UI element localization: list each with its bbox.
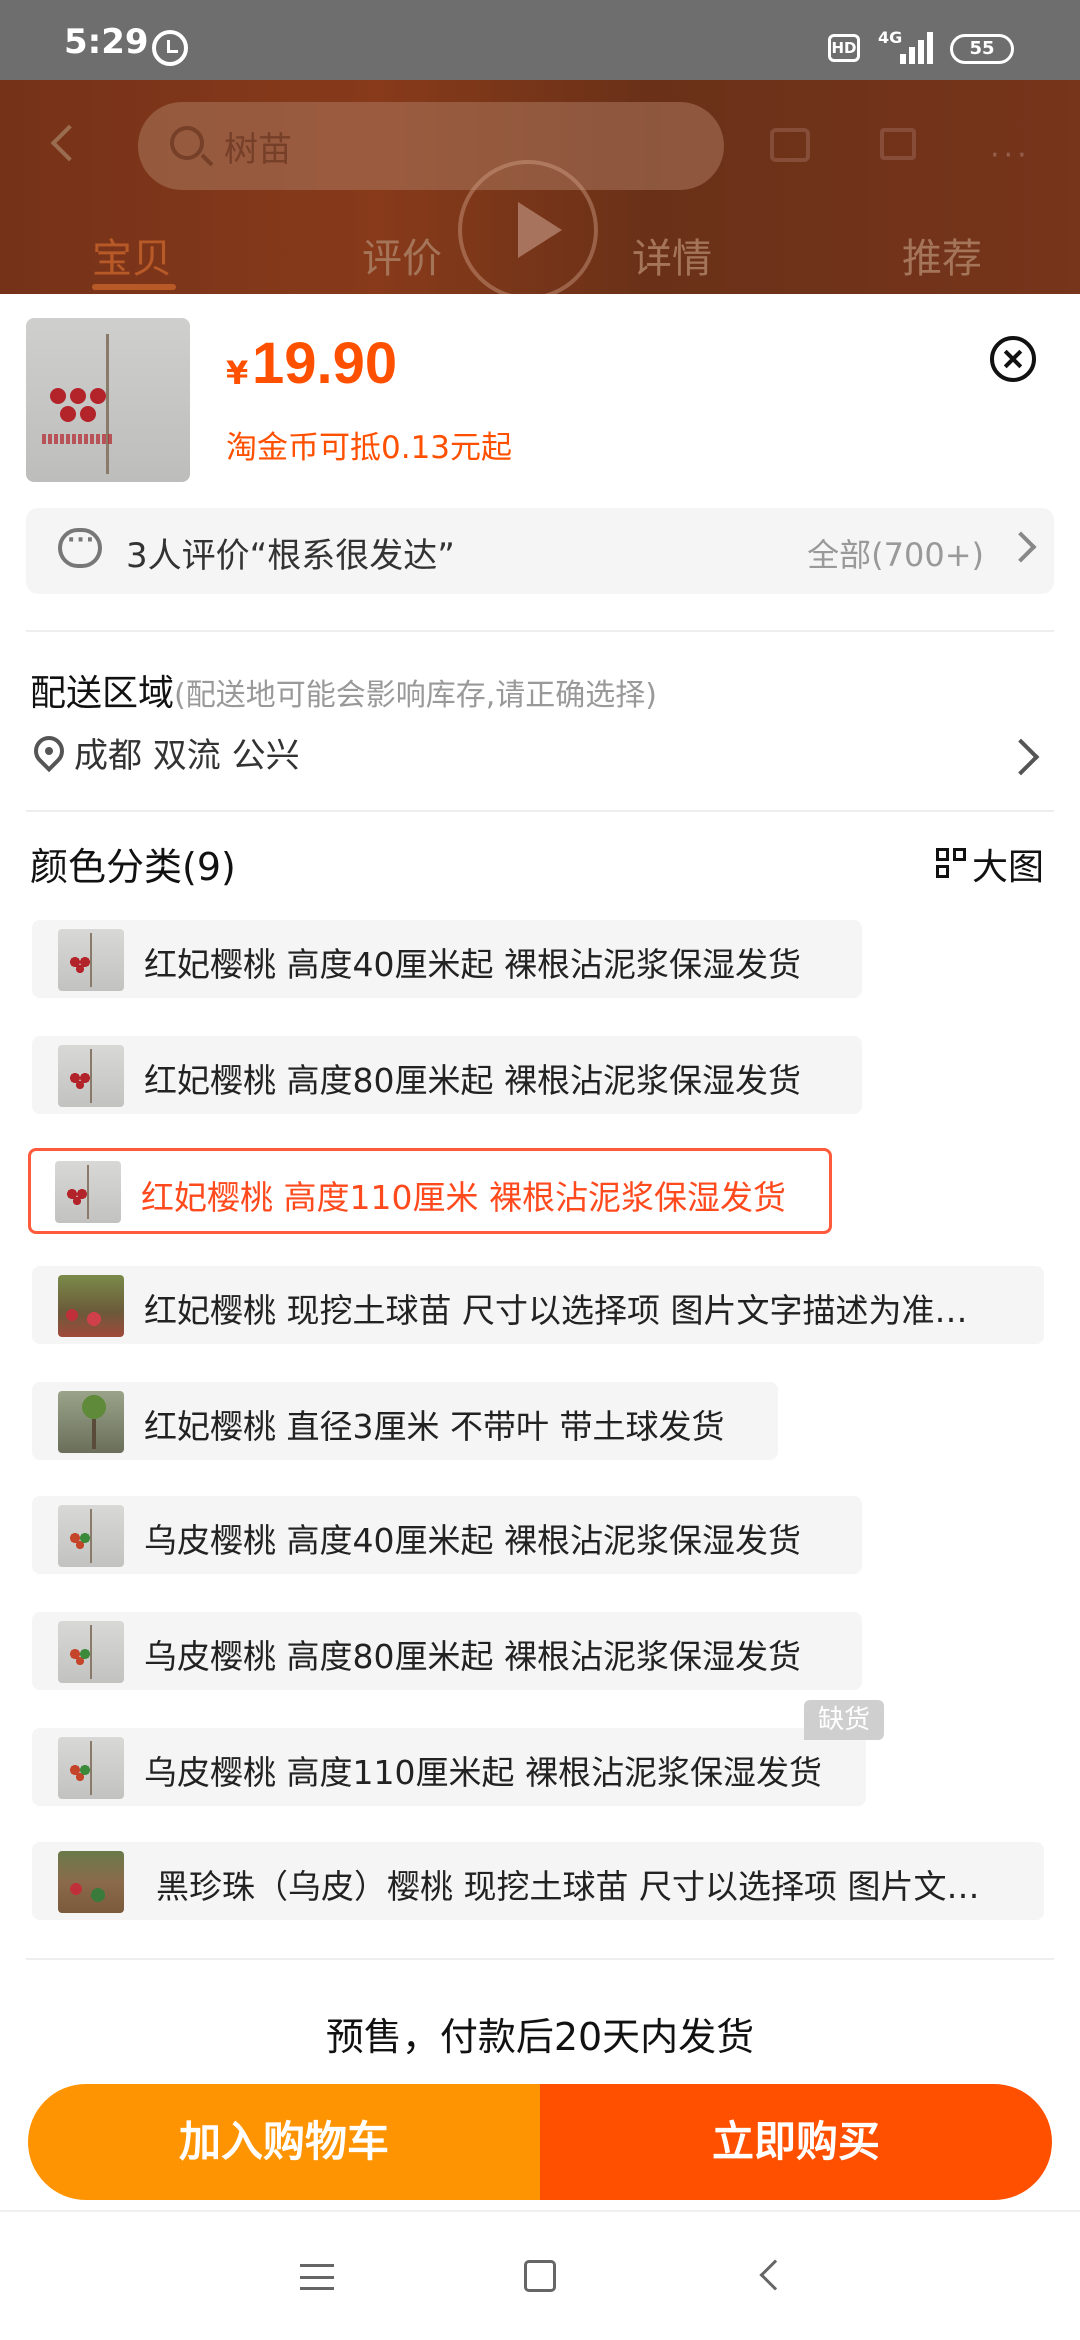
sku-option-out-of-stock[interactable]: 乌皮樱桃 高度110厘米起 裸根沾泥浆保湿发货 (32, 1728, 866, 1806)
product-tabs: 宝贝 评价 详情 推荐 (0, 210, 1080, 294)
sku-option-label: 红妃樱桃 高度40厘米起 裸根沾泥浆保湿发货 (144, 945, 801, 984)
coin-discount-note: 淘金币可抵0.13元起 (226, 430, 513, 466)
delivery-title: 配送区域(配送地可能会影响库存,请正确选择) (30, 664, 657, 716)
sku-thumbnail (58, 1391, 124, 1453)
more-icon: ··· (990, 138, 1031, 173)
color-category-title: 颜色分类(9) (30, 845, 236, 889)
network-type: 4G (878, 28, 903, 47)
add-to-cart-button[interactable]: 加入购物车 (28, 2084, 540, 2200)
buy-now-button[interactable]: 立即购买 (540, 2084, 1052, 2200)
sku-option-label: 红妃樱桃 高度110厘米 裸根沾泥浆保湿发货 (141, 1178, 786, 1217)
review-all-link[interactable]: 全部(700+) (807, 530, 984, 576)
sku-option-label: 乌皮樱桃 高度40厘米起 裸根沾泥浆保湿发货 (144, 1521, 801, 1560)
divider (26, 630, 1054, 632)
sku-option[interactable]: 红妃樱桃 高度80厘米起 裸根沾泥浆保湿发货 (32, 1036, 862, 1114)
location-pin-icon (27, 729, 71, 773)
review-text: 3人评价“根系很发达” (126, 536, 455, 576)
sku-option[interactable]: 红妃樱桃 高度40厘米起 裸根沾泥浆保湿发货 (32, 920, 862, 998)
back-icon (50, 124, 88, 162)
sku-thumbnail (58, 1505, 124, 1567)
sku-thumbnail (58, 1045, 124, 1107)
sku-option-label: 红妃樱桃 高度80厘米起 裸根沾泥浆保湿发货 (144, 1061, 801, 1100)
tab-item: 宝贝 (92, 236, 172, 282)
signal-icon (900, 30, 938, 64)
delivery-location[interactable]: 成都 双流 公兴 (74, 728, 300, 777)
review-summary[interactable]: 3人评价“根系很发达” 全部(700+) (26, 508, 1054, 594)
alarm-icon (152, 30, 188, 66)
tab-recommend: 推荐 (902, 236, 982, 282)
sku-thumbnail (58, 1851, 124, 1913)
action-bar: 加入购物车 立即购买 (28, 2084, 1052, 2200)
search-bar: 树苗 (138, 102, 724, 190)
sku-option[interactable]: 乌皮樱桃 高度80厘米起 裸根沾泥浆保湿发货 (32, 1612, 862, 1690)
chevron-right-icon (1005, 531, 1037, 563)
price-value: 19.90 (252, 331, 398, 396)
out-of-stock-badge: 缺货 (804, 1700, 884, 1740)
chevron-right-icon[interactable] (1002, 738, 1040, 776)
sku-option[interactable]: 黑珍珠（乌皮）樱桃 现挖土球苗 尺寸以选择项 图片文… (32, 1842, 1044, 1920)
tab-details: 详情 (632, 236, 712, 282)
delivery-title-text: 配送区域 (30, 673, 175, 714)
sku-option-label: 乌皮樱桃 高度110厘米起 裸根沾泥浆保湿发货 (144, 1753, 822, 1792)
sku-thumbnail (58, 929, 124, 991)
sku-thumbnail (58, 1737, 124, 1799)
search-text: 树苗 (224, 130, 292, 170)
system-nav-bar (0, 2210, 1080, 2340)
sku-option[interactable]: 红妃樱桃 直径3厘米 不带叶 带土球发货 (32, 1382, 778, 1460)
price-currency: ¥ (226, 354, 249, 392)
back-icon[interactable] (759, 2259, 791, 2291)
cart-icon (880, 128, 916, 160)
divider (26, 810, 1054, 812)
sku-option-label: 红妃樱桃 直径3厘米 不带叶 带土球发货 (144, 1407, 725, 1446)
status-time: 5:29 (64, 22, 149, 62)
delivery-note: (配送地可能会影响库存,请正确选择) (174, 678, 657, 713)
sku-option-label: 红妃樱桃 现挖土球苗 尺寸以选择项 图片文字描述为准… (144, 1291, 968, 1330)
sku-option-label: 黑珍珠（乌皮）樱桃 现挖土球苗 尺寸以选择项 图片文… (156, 1867, 980, 1906)
tab-reviews: 评价 (362, 236, 442, 282)
home-icon[interactable] (524, 2260, 556, 2292)
presale-note: 预售，付款后20天内发货 (325, 2015, 755, 2059)
chat-icon (58, 528, 102, 568)
sku-option-selected[interactable]: 红妃樱桃 高度110厘米 裸根沾泥浆保湿发货 (28, 1148, 832, 1234)
status-bar: 5:29 HD 4G 55 (0, 0, 1080, 80)
hd-icon: HD (828, 34, 860, 62)
divider (26, 1958, 1054, 1960)
search-icon (170, 126, 204, 160)
close-icon[interactable] (990, 336, 1036, 382)
grid-view-icon[interactable] (936, 848, 968, 880)
sku-thumbnail (58, 1621, 124, 1683)
share-icon (770, 128, 810, 162)
battery-icon: 55 (950, 34, 1014, 64)
sku-option-label: 乌皮樱桃 高度80厘米起 裸根沾泥浆保湿发货 (144, 1637, 801, 1676)
sku-selection-sheet: ¥ 19.90 淘金币可抵0.13元起 3人评价“根系很发达” 全部(700+)… (0, 294, 1080, 2210)
sku-option[interactable]: 乌皮樱桃 高度40厘米起 裸根沾泥浆保湿发货 (32, 1496, 862, 1574)
product-page-background: 树苗 ··· 宝贝 评价 详情 推荐 (0, 80, 1080, 294)
menu-icon[interactable] (300, 2264, 334, 2290)
product-thumbnail[interactable] (26, 318, 190, 482)
tab-underline (92, 284, 176, 290)
sku-option[interactable]: 红妃樱桃 现挖土球苗 尺寸以选择项 图片文字描述为准… (32, 1266, 1044, 1344)
sku-thumbnail (55, 1161, 121, 1223)
play-icon (458, 160, 598, 294)
sku-thumbnail (58, 1275, 124, 1337)
big-picture-toggle[interactable]: 大图 (972, 838, 1044, 890)
